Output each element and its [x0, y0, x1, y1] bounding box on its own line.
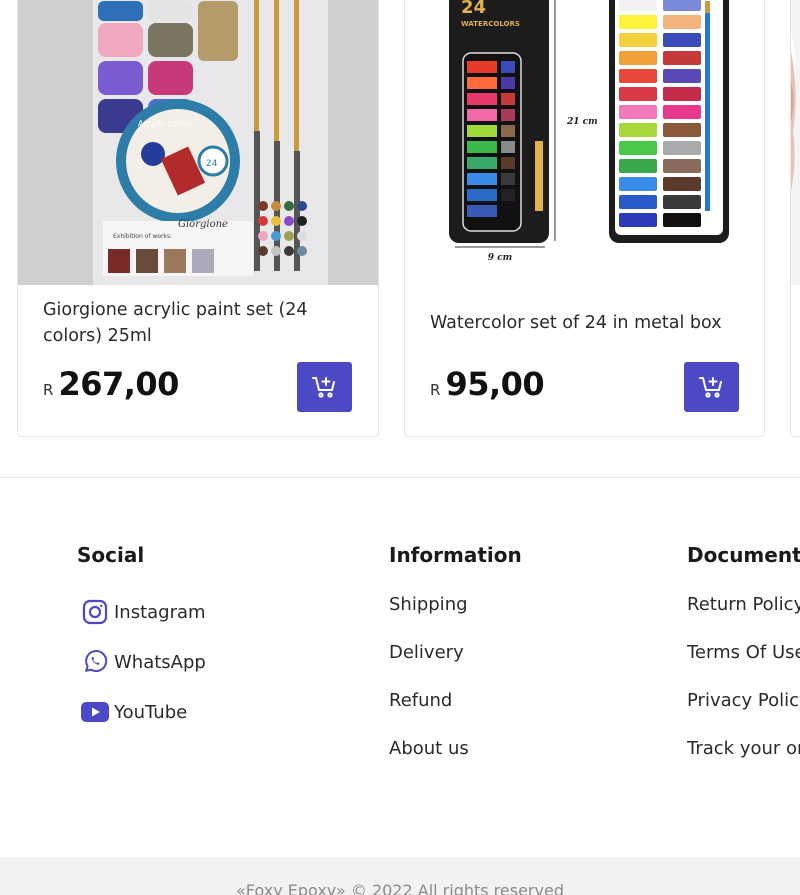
product-title[interactable]: Giorgione acrylic paint set (24 colors) … — [43, 297, 358, 349]
product-image[interactable] — [791, 0, 800, 285]
copyright-text: «Foxy Epoxy» © 2022 All rights reserved — [236, 881, 564, 895]
footer-link-privacy-policy[interactable]: Privacy Policy — [687, 690, 800, 711]
product-card[interactable] — [790, 0, 800, 437]
label-count: 24 — [206, 159, 218, 169]
social-link-label: Instagram — [114, 601, 206, 623]
footer-link-terms-of-use[interactable]: Terms Of Use — [687, 642, 800, 663]
footer-social-title: Social — [77, 543, 145, 567]
product-image[interactable]: Acrylic colour 24 Exhibition of works: G… — [18, 0, 378, 285]
product-price: R 95,00 — [430, 365, 545, 403]
instagram-icon — [81, 598, 109, 626]
footer-link-about-us[interactable]: About us — [389, 738, 469, 759]
footer-link-track-order[interactable]: Track your order — [687, 738, 800, 759]
copyright-bar: «Foxy Epoxy» © 2022 All rights reserved — [0, 857, 800, 895]
product-card[interactable]: 24 WATERCOLORS 21 cm 9 cm Watercolor set… — [404, 0, 765, 437]
product-price: R 267,00 — [43, 365, 179, 403]
dim-width: 9 cm — [488, 253, 512, 263]
social-link-youtube[interactable]: YouTube — [81, 698, 187, 726]
price-amount: 267,00 — [58, 365, 179, 403]
whatsapp-icon — [81, 648, 109, 676]
social-link-label: WhatsApp — [114, 651, 206, 673]
label-text: Acrylic colour — [138, 119, 193, 128]
tin-brand: WATERCOLORS — [461, 20, 520, 28]
add-to-cart-button[interactable] — [684, 362, 739, 412]
social-link-whatsapp[interactable]: WhatsApp — [81, 648, 206, 676]
product-title[interactable]: Watercolor set of 24 in metal box — [430, 310, 744, 336]
label-exhibition: Exhibition of works: — [113, 233, 172, 240]
product-card[interactable]: Acrylic colour 24 Exhibition of works: G… — [17, 0, 379, 437]
dim-height: 21 cm — [566, 117, 598, 127]
price-currency: R — [43, 381, 54, 399]
footer-documents-title: Documents — [687, 543, 800, 567]
section-divider — [0, 477, 800, 478]
footer-information-title: Information — [389, 543, 522, 567]
tin-count: 24 — [461, 0, 486, 18]
social-link-instagram[interactable]: Instagram — [81, 598, 206, 626]
label-brand: Giorgione — [178, 219, 228, 230]
price-amount: 95,00 — [445, 365, 545, 403]
footer-link-refund[interactable]: Refund — [389, 690, 452, 711]
footer-link-shipping[interactable]: Shipping — [389, 594, 468, 615]
social-link-label: YouTube — [114, 701, 188, 723]
footer-link-return-policy[interactable]: Return Policy — [687, 594, 800, 615]
price-currency: R — [430, 381, 441, 399]
add-to-cart-button[interactable] — [297, 362, 352, 412]
add-to-cart-icon — [698, 377, 722, 398]
add-to-cart-icon — [311, 377, 335, 398]
product-image[interactable]: 24 WATERCOLORS 21 cm 9 cm — [405, 0, 764, 285]
youtube-icon — [81, 698, 109, 726]
footer-link-delivery[interactable]: Delivery — [389, 642, 464, 663]
